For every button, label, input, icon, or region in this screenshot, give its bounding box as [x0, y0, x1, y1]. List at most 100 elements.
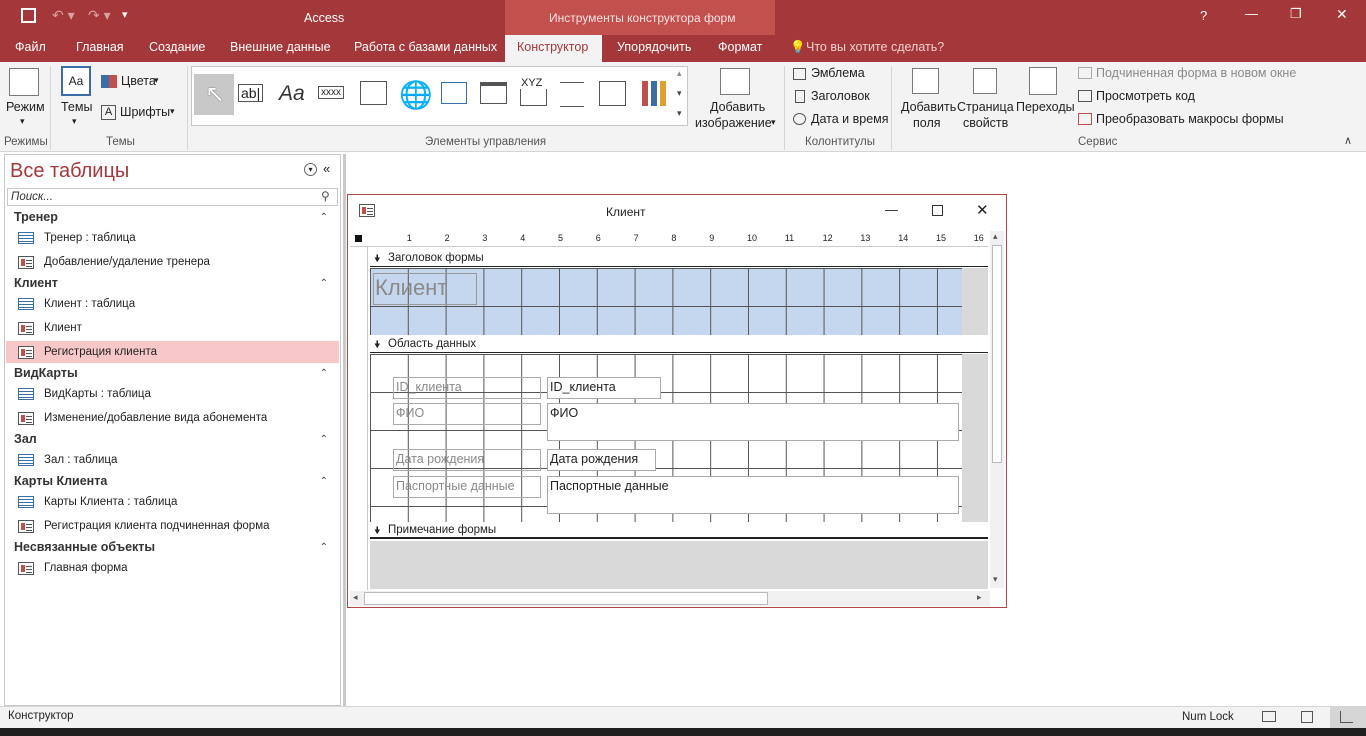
nav-collapse-icon[interactable]: « — [323, 161, 330, 176]
navigation-tool[interactable] — [480, 82, 507, 104]
select-tool[interactable]: ↖ — [194, 74, 234, 115]
undo-icon[interactable]: ↶ ▾ — [52, 7, 75, 24]
nav-group-unrelated[interactable]: Несвязанные объекты — [14, 540, 155, 554]
nav-search-input[interactable]: Поиск... — [11, 191, 53, 203]
help-button[interactable]: ? — [1200, 8, 1207, 23]
nav-group-trainer[interactable]: Тренер — [14, 210, 58, 224]
tab-control-tool[interactable] — [360, 81, 387, 105]
colors-button[interactable]: Цвета — [121, 74, 156, 88]
minimize-button[interactable]: — — [1245, 6, 1258, 21]
nav-item-cardtype-table[interactable]: ВидКарты : таблица — [44, 388, 151, 400]
property-sheet-icon[interactable] — [973, 68, 997, 94]
layout-view-icon[interactable] — [1301, 711, 1313, 723]
nav-group-client-cards[interactable]: Карты Клиента — [14, 474, 107, 488]
add-image-button[interactable]: Добавить — [710, 100, 765, 114]
page-break-tool[interactable] — [560, 82, 584, 107]
field-passport[interactable]: Паспортные данные — [547, 476, 959, 514]
label-id-client[interactable]: ID_клиента — [393, 377, 541, 399]
title-button[interactable]: Заголовок — [811, 89, 870, 103]
add-fields-button[interactable]: Добавить — [901, 100, 956, 114]
fonts-button[interactable]: Шрифты — [120, 105, 170, 119]
colors-dropdown-icon[interactable]: ▾ — [154, 75, 159, 86]
add-fields-button-line2[interactable]: поля — [913, 116, 941, 130]
nav-item-client-registration[interactable]: Регистрация клиента — [44, 346, 157, 358]
label-tool[interactable]: Aa — [279, 82, 305, 106]
nav-group-hall[interactable]: Зал — [14, 432, 37, 446]
nav-group-client[interactable]: Клиент — [14, 276, 58, 290]
collapse-ribbon-icon[interactable]: ∧ — [1344, 134, 1352, 147]
tab-external-data[interactable]: Внешние данные — [230, 35, 331, 62]
gallery-more-icon[interactable]: ▾ — [677, 108, 682, 119]
view-code-button[interactable]: Просмотреть код — [1096, 89, 1195, 103]
nav-item-client-form[interactable]: Клиент — [44, 322, 82, 334]
horizontal-scrollbar[interactable]: ◂ ▸ — [350, 591, 990, 606]
tell-me-box[interactable]: Что вы хотите сделать? — [806, 35, 944, 62]
nav-item-trainer-form[interactable]: Добавление/удаление тренера — [44, 256, 210, 268]
vertical-scrollbar[interactable]: ▴ ▾ — [990, 231, 1004, 588]
collapse-group-icon[interactable]: ⌃ — [320, 212, 328, 223]
customize-qat-icon[interactable]: ▾ — [122, 8, 128, 21]
nav-item-client-table[interactable]: Клиент : таблица — [44, 298, 135, 310]
form-close-button[interactable]: ✕ — [976, 201, 989, 219]
nav-item-main-form[interactable]: Главная форма — [44, 562, 128, 574]
field-id-client[interactable]: ID_клиента — [547, 377, 661, 399]
hyperlink-tool[interactable]: 🌐 — [399, 79, 433, 111]
tab-format[interactable]: Формат — [718, 35, 762, 62]
nav-item-hall-table[interactable]: Зал : таблица — [44, 454, 117, 466]
gallery-scroll-up-icon[interactable]: ▴ — [677, 68, 682, 79]
nav-item-subform[interactable]: Регистрация клиента подчиненная форма — [44, 520, 270, 532]
scroll-down-icon[interactable]: ▾ — [993, 574, 998, 585]
property-sheet-button[interactable]: Страница — [957, 100, 1014, 114]
view-button[interactable]: Режим — [6, 100, 45, 114]
fonts-dropdown-icon[interactable]: ▾ — [170, 106, 175, 117]
datetime-button[interactable]: Дата и время — [811, 112, 889, 126]
view-code-icon[interactable] — [1078, 90, 1092, 102]
web-browser-tool[interactable] — [441, 82, 467, 104]
restore-button[interactable]: ❐ — [1290, 6, 1302, 22]
logo-button[interactable]: Эмблема — [811, 66, 865, 80]
title-icon[interactable] — [795, 90, 805, 103]
themes-button[interactable]: Темы — [61, 100, 92, 114]
form-maximize-button[interactable] — [932, 205, 943, 216]
scroll-right-icon[interactable]: ▸ — [977, 592, 982, 603]
field-fio[interactable]: ФИО — [547, 403, 959, 441]
colors-icon[interactable] — [101, 75, 117, 88]
field-birthdate[interactable]: Дата рождения — [547, 449, 656, 471]
logo-icon[interactable] — [793, 68, 806, 80]
convert-macros-icon[interactable] — [1078, 113, 1092, 125]
tab-design[interactable]: Конструктор — [505, 35, 602, 62]
convert-macros-button[interactable]: Преобразовать макросы формы — [1096, 112, 1284, 126]
nav-group-cardtype[interactable]: ВидКарты — [14, 366, 78, 380]
close-button[interactable]: ✕ — [1336, 6, 1348, 23]
add-image-icon[interactable] — [720, 68, 750, 95]
header-title-label[interactable]: Клиент — [373, 273, 477, 305]
section-detail[interactable]: 🠟 Область данных — [370, 337, 988, 353]
form-minimize-button[interactable]: — — [885, 202, 898, 217]
nav-item-cardtype-form[interactable]: Изменение/добавление вида абонемента — [44, 412, 267, 424]
horizontal-scroll-thumb[interactable] — [364, 592, 768, 605]
form-view-icon[interactable] — [1262, 711, 1276, 722]
tab-create[interactable]: Создание — [149, 35, 205, 62]
view-dropdown-icon[interactable]: ▾ — [20, 116, 25, 127]
search-icon[interactable]: ⚲ — [321, 189, 330, 203]
fonts-icon[interactable]: A — [101, 105, 116, 120]
datetime-icon[interactable] — [793, 113, 806, 125]
form-selector[interactable] — [355, 235, 362, 242]
tab-home[interactable]: Главная — [76, 35, 124, 62]
nav-item-client-cards-table[interactable]: Карты Клиента : таблица — [44, 496, 177, 508]
nav-item-trainer-table[interactable]: Тренер : таблица — [44, 232, 136, 244]
save-icon[interactable] — [21, 8, 36, 23]
redo-icon[interactable]: ↷ ▾ — [88, 7, 111, 24]
chart-tool[interactable] — [642, 81, 666, 106]
label-birthdate[interactable]: Дата рождения — [393, 449, 541, 471]
textbox-tool[interactable]: ab| — [238, 84, 264, 102]
gallery-scroll-down-icon[interactable]: ▾ — [677, 88, 682, 99]
tab-arrange[interactable]: Упорядочить — [617, 35, 691, 62]
pane-splitter[interactable] — [343, 154, 346, 706]
nav-search-box[interactable]: Поиск... ⚲ — [7, 188, 338, 206]
property-sheet-button-line2[interactable]: свойств — [963, 116, 1008, 130]
collapse-group-icon[interactable]: ⌃ — [320, 368, 328, 379]
add-image-dropdown-icon[interactable]: ▾ — [771, 117, 776, 128]
vertical-scroll-thumb[interactable] — [992, 245, 1002, 463]
nav-menu-dropdown-icon[interactable]: ▾ — [304, 163, 317, 176]
